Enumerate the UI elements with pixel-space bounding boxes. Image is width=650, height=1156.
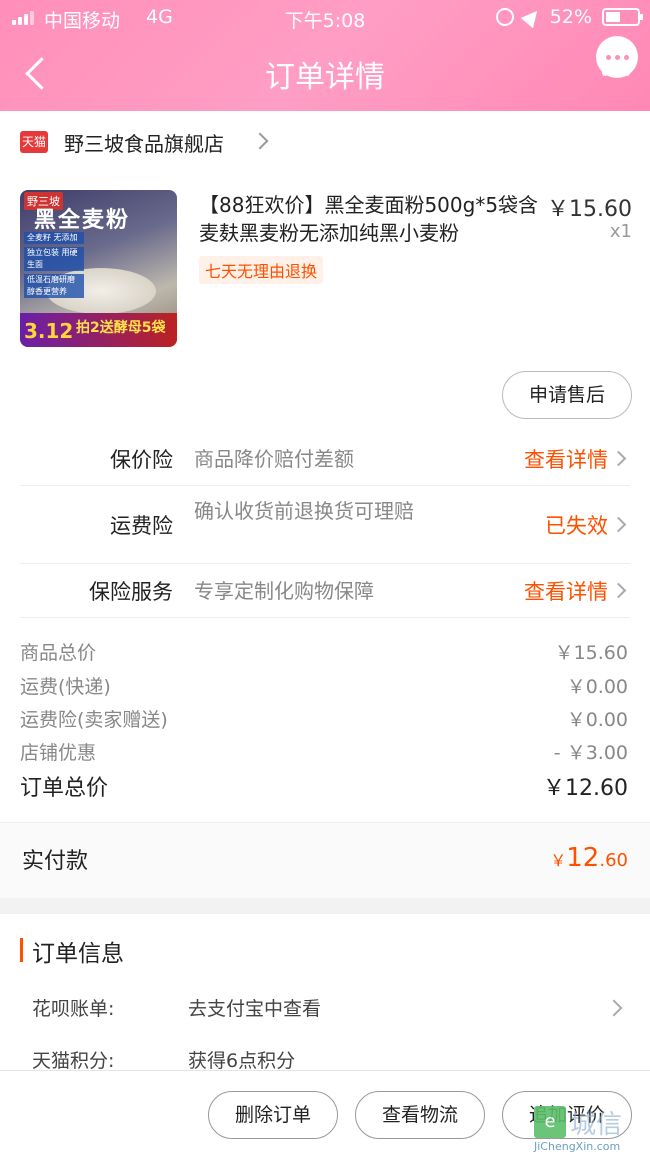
insurance-label: 保价险 xyxy=(110,448,173,472)
after-sale-button[interactable]: 申请售后 xyxy=(502,371,632,419)
product-image-promo: 拍2送酵母5袋 xyxy=(76,320,166,336)
header-bar: 中国移动 4G 下午5:08 52% 订单详情 xyxy=(0,0,650,111)
watermark-logo: e xyxy=(534,1106,566,1138)
page-title: 订单详情 xyxy=(265,60,385,95)
summary-value: ￥15.60 xyxy=(554,642,628,664)
shop-name[interactable]: 野三坡食品旗舰店 xyxy=(64,128,224,157)
watermark: e 城信 JiChengXin.com xyxy=(534,1104,644,1154)
info-row-huabei[interactable]: 花呗账单: 去支付宝中查看 xyxy=(32,994,630,1024)
insurance-desc: 确认收货前退换货可理赔 xyxy=(194,499,414,523)
location-arrow-icon xyxy=(520,5,544,29)
product-item[interactable]: 野三坡 黑全麦粉 全麦籽 无添加 独立包装 用硬生面 低温石磨研磨 醇香更营养 … xyxy=(0,173,650,363)
insurance-label: 运费险 xyxy=(110,514,173,538)
paid-value: ￥12.60 xyxy=(550,843,628,873)
insurance-label: 保险服务 xyxy=(89,580,173,604)
order-total-label: 订单总价 xyxy=(20,776,109,801)
order-total-value: ￥12.60 xyxy=(543,776,628,801)
product-image-tag: 低温石磨研磨 醇香更营养 xyxy=(24,274,84,298)
status-bar: 中国移动 4G 下午5:08 52% xyxy=(0,0,650,36)
chevron-right-icon xyxy=(605,999,623,1017)
paid-label: 实付款 xyxy=(22,849,89,874)
summary-row-goods-total: 商品总价 ￥15.60 xyxy=(20,638,630,668)
summary-row-shipping-insurance: 运费险(卖家赠送) ￥0.00 xyxy=(20,705,630,735)
paid-amount-row: 实付款 ￥12.60 xyxy=(0,822,650,898)
insurance-row-shipping[interactable]: 运费险 确认收货前退换货可理赔 已失效 xyxy=(20,486,630,564)
summary-row-shipping: 运费(快递) ￥0.00 xyxy=(20,672,630,702)
insurance-action[interactable]: 查看详情 xyxy=(524,444,608,474)
summary-label: 商品总价 xyxy=(20,642,97,664)
delete-order-button[interactable]: 删除订单 xyxy=(208,1091,338,1139)
tmall-icon: 天猫 xyxy=(20,131,48,153)
paid-currency: ￥ xyxy=(550,851,567,870)
order-total-row: 订单总价 ￥12.60 xyxy=(20,770,630,804)
shop-row[interactable]: 天猫 野三坡食品旗舰店 xyxy=(0,111,650,173)
product-quantity: x1 xyxy=(609,221,632,242)
view-logistics-button[interactable]: 查看物流 xyxy=(355,1091,485,1139)
summary-label: 运费(快递) xyxy=(20,676,111,698)
section-accent-bar xyxy=(20,938,23,962)
order-info-title: 订单信息 xyxy=(32,941,124,967)
product-price: ￥15.60 xyxy=(547,197,632,222)
more-menu-icon[interactable] xyxy=(602,70,630,76)
chevron-right-icon xyxy=(610,582,627,599)
summary-label: 运费险(卖家赠送) xyxy=(20,709,168,731)
chevron-right-icon xyxy=(251,132,269,150)
insurance-status[interactable]: 已失效 xyxy=(545,510,608,540)
battery-icon xyxy=(602,8,643,26)
insurance-row-service[interactable]: 保险服务 专享定制化购物保障 查看详情 xyxy=(20,564,630,618)
watermark-url: JiChengXin.com xyxy=(534,1140,621,1153)
summary-row-shop-discount: 店铺优惠 - ￥3.00 xyxy=(20,738,630,768)
section-divider xyxy=(0,898,650,914)
insurance-row-price-protection[interactable]: 保价险 商品降价赔付差额 查看详情 xyxy=(20,432,630,486)
return-policy-badge: 七天无理由退换 xyxy=(199,256,324,284)
product-image-tag: 全麦籽 无添加 xyxy=(24,232,84,244)
paid-integer: 12 xyxy=(566,843,600,873)
info-label: 天猫积分: xyxy=(32,1050,115,1072)
chevron-right-icon xyxy=(610,516,627,533)
insurance-desc: 商品降价赔付差额 xyxy=(194,447,354,471)
info-label: 花呗账单: xyxy=(32,998,115,1020)
battery-percent: 52% xyxy=(549,6,592,28)
insurance-action[interactable]: 查看详情 xyxy=(524,576,608,606)
product-image-headline: 黑全麦粉 xyxy=(34,208,131,233)
summary-value: - ￥3.00 xyxy=(553,742,628,764)
product-image-price: 3.12 xyxy=(24,319,74,343)
chevron-right-icon xyxy=(610,450,627,467)
order-info-section: 订单信息 花呗账单: 去支付宝中查看 天猫积分: 获得6点积分 xyxy=(0,914,650,1074)
watermark-text: 城信 xyxy=(570,1110,623,1140)
summary-label: 店铺优惠 xyxy=(20,742,97,764)
product-title[interactable]: 【88狂欢价】黑全麦面粉500g*5袋含麦麸黑麦粉无添加纯黑小麦粉 xyxy=(199,191,539,247)
summary-value: ￥0.00 xyxy=(566,709,628,731)
insurance-desc: 专享定制化购物保障 xyxy=(194,579,374,603)
product-image[interactable]: 野三坡 黑全麦粉 全麦籽 无添加 独立包装 用硬生面 低温石磨研磨 醇香更营养 … xyxy=(20,190,177,347)
paid-decimal: .60 xyxy=(599,850,628,871)
summary-value: ￥0.00 xyxy=(566,676,628,698)
info-value: 获得6点积分 xyxy=(188,1050,296,1072)
product-image-tag: 独立包装 用硬生面 xyxy=(24,247,84,271)
info-value[interactable]: 去支付宝中查看 xyxy=(188,994,321,1021)
orientation-lock-icon xyxy=(495,8,514,26)
product-image-tags: 全麦籽 无添加 独立包装 用硬生面 低温石磨研磨 醇香更营养 xyxy=(24,232,84,301)
